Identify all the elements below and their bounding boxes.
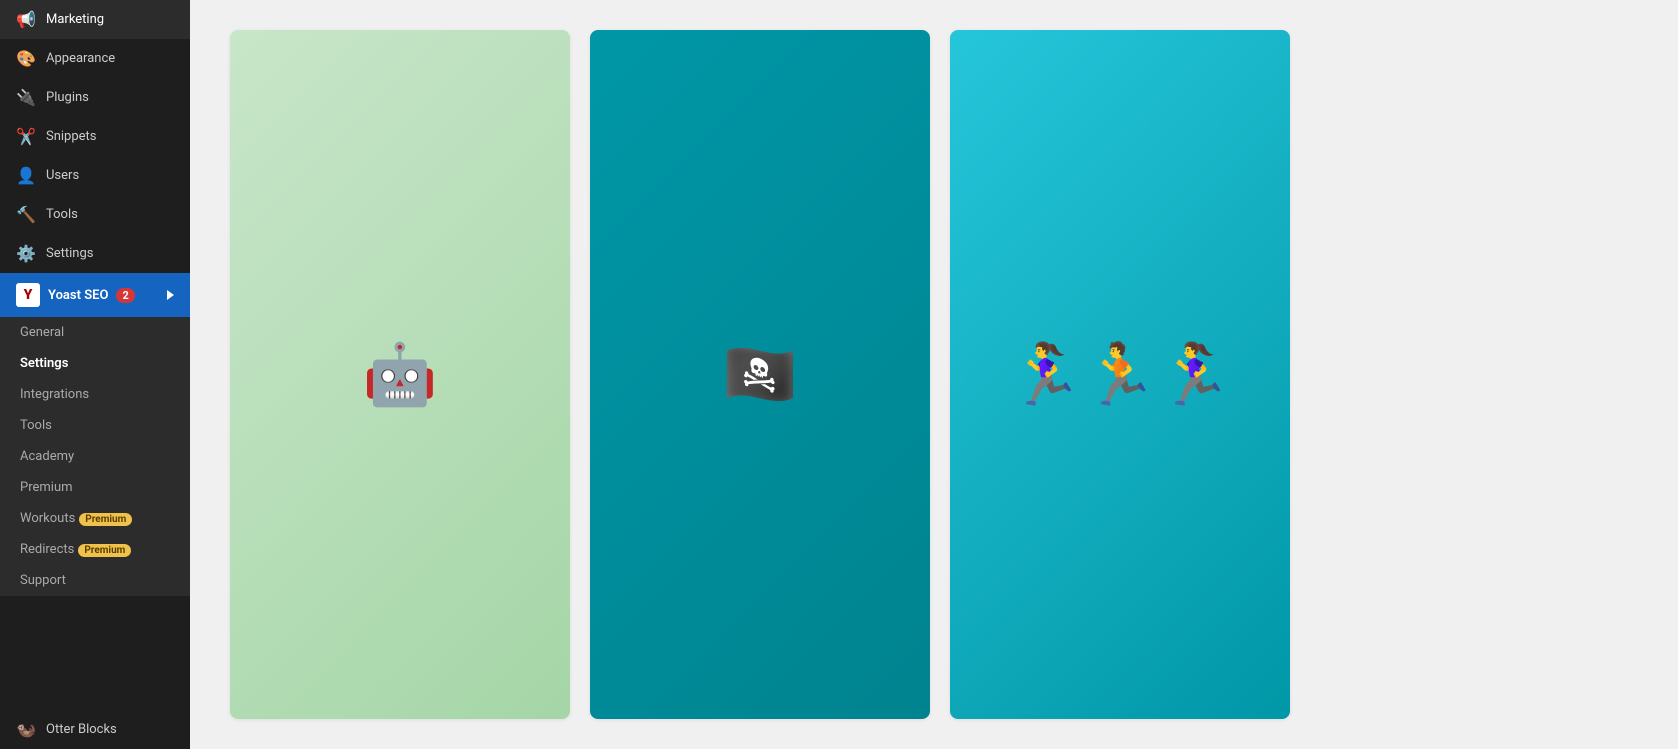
sidebar-item-users[interactable]: 👤 Users <box>0 156 190 195</box>
sidebar-sub-tools[interactable]: Tools <box>0 410 190 441</box>
sidebar-sub-premium[interactable]: Premium <box>0 472 190 503</box>
card-rest-api: 🤖 REST API endpoint This Yoast SEO REST … <box>230 30 570 719</box>
card-indexnow: 🏃‍♀️🏃🏃‍♀️ IndexNow Automatically ping se… <box>950 30 1290 719</box>
robot-illustration: 🤖 <box>363 339 438 410</box>
sidebar-item-plugins[interactable]: 🔌 Plugins <box>0 78 190 117</box>
sidebar-item-marketing[interactable]: 📢 Marketing <box>0 0 190 39</box>
sidebar-arrow-icon <box>167 290 174 300</box>
settings-icon: ⚙️ <box>16 244 36 263</box>
marketing-icon: 📢 <box>16 10 36 29</box>
appearance-icon: 🎨 <box>16 49 36 68</box>
users-icon: 👤 <box>16 166 36 185</box>
sidebar-sub-workouts[interactable]: WorkoutsPremium <box>0 503 190 534</box>
sidebar-item-tools[interactable]: 🔨 Tools <box>0 195 190 234</box>
workouts-premium-badge: Premium <box>79 513 132 526</box>
card-xml-sitemaps: 🏴‍☠️ XML sitemaps Enable the Yoast SEO X… <box>590 30 930 719</box>
plugins-icon: 🔌 <box>16 88 36 107</box>
runners-illustration: 🏃‍♀️🏃🏃‍♀️ <box>1008 339 1232 410</box>
sidebar-item-otter[interactable]: 🦦 Otter Blocks <box>0 710 190 749</box>
yoast-badge: 2 <box>116 288 134 303</box>
tools-icon: 🔨 <box>16 205 36 224</box>
card-rest-api-image: 🤖 <box>230 30 570 719</box>
sidebar-subnav: General Settings Integrations Tools Acad… <box>0 317 190 596</box>
sidebar-sub-support[interactable]: Support <box>0 565 190 596</box>
sidebar-item-snippets[interactable]: ✂️ Snippets <box>0 117 190 156</box>
otter-icon: 🦦 <box>16 720 36 739</box>
sidebar-sub-academy[interactable]: Academy <box>0 441 190 472</box>
sidebar-sub-general[interactable]: General <box>0 317 190 348</box>
sidebar-item-settings[interactable]: ⚙️ Settings <box>0 234 190 273</box>
pirate-illustration: 🏴‍☠️ <box>723 339 798 410</box>
snippets-icon: ✂️ <box>16 127 36 146</box>
sidebar-sub-redirects[interactable]: RedirectsPremium <box>0 534 190 565</box>
card-indexnow-image: 🏃‍♀️🏃🏃‍♀️ <box>950 30 1290 719</box>
sidebar-sub-settings[interactable]: Settings <box>0 348 190 379</box>
card-xml-sitemaps-image: 🏴‍☠️ <box>590 30 930 719</box>
redirects-premium-badge: Premium <box>78 544 131 557</box>
yoast-logo: Y <box>16 283 40 307</box>
sidebar: 📢 Marketing 🎨 Appearance 🔌 Plugins ✂️ Sn… <box>0 0 190 749</box>
sidebar-sub-integrations[interactable]: Integrations <box>0 379 190 410</box>
sidebar-item-yoast[interactable]: Y Yoast SEO 2 <box>0 273 190 317</box>
main-content: 🤖 REST API endpoint This Yoast SEO REST … <box>190 0 1678 749</box>
sidebar-item-appearance[interactable]: 🎨 Appearance <box>0 39 190 78</box>
